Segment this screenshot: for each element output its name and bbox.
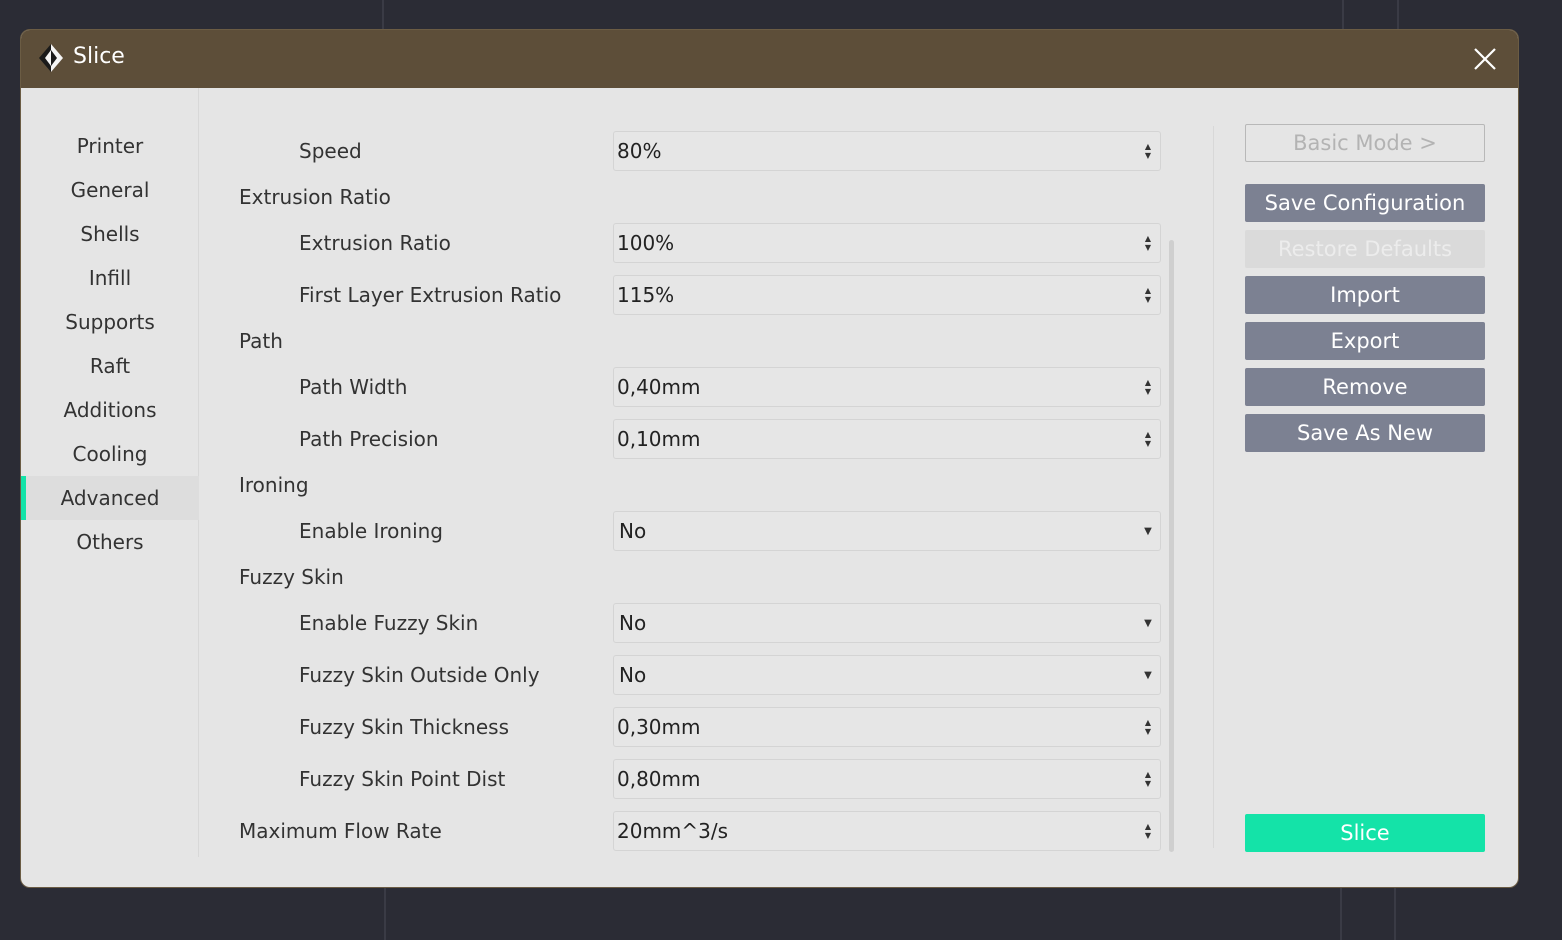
fuzzy-skin-thickness-label: Fuzzy Skin Thickness	[299, 715, 509, 739]
slice-button[interactable]: Slice	[1245, 814, 1485, 852]
spin-arrows-icon[interactable]: ▲ ▼	[1136, 812, 1160, 850]
nav-item-label: Others	[76, 530, 144, 554]
spin-arrows-icon[interactable]: ▲ ▼	[1136, 760, 1160, 798]
path-precision-spinbox[interactable]: 0,10mm ▲ ▼	[613, 419, 1161, 459]
fuzzy-skin-point-dist-spinbox[interactable]: 0,80mm ▲ ▼	[613, 759, 1161, 799]
nav-item-label: Raft	[89, 354, 131, 378]
first-layer-extrusion-ratio-label: First Layer Extrusion Ratio	[299, 283, 562, 307]
path-width-spinbox[interactable]: 0,40mm ▲ ▼	[613, 367, 1161, 407]
speed-label: Speed	[299, 139, 362, 163]
fuzzy-skin-point-dist-value: 0,80mm	[617, 767, 701, 791]
nav-item-shells[interactable]: Shells	[21, 212, 199, 256]
background-divider	[384, 888, 386, 940]
fuzzy-skin-outside-only-dropdown[interactable]: No ▼	[613, 655, 1161, 695]
nav-item-label: General	[70, 178, 150, 202]
app-logo-icon	[39, 44, 63, 72]
restore-defaults-button[interactable]: Restore Defaults	[1245, 230, 1485, 268]
fuzzy-skin-outside-only-label: Fuzzy Skin Outside Only	[299, 663, 540, 687]
nav-item-additions[interactable]: Additions	[21, 388, 199, 432]
extrusion-ratio-label: Extrusion Ratio	[299, 231, 451, 255]
dropdown-arrow-icon: ▼	[1144, 669, 1152, 681]
enable-ironing-value: No	[619, 519, 647, 543]
dialog-title: Slice	[73, 44, 125, 69]
spin-arrows-icon[interactable]: ▲ ▼	[1136, 368, 1160, 406]
enable-ironing-dropdown[interactable]: No ▼	[613, 511, 1161, 551]
panel-divider	[1213, 126, 1214, 848]
save-as-new-button[interactable]: Save As New	[1245, 414, 1485, 452]
dropdown-arrow-icon: ▼	[1144, 525, 1152, 537]
background-divider	[1340, 888, 1342, 940]
close-icon[interactable]	[1470, 44, 1500, 74]
advanced-settings-panel: Speed 80% ▲ ▼ Extrusion Ratio Extrusion R…	[199, 88, 1199, 868]
fuzzy-skin-outside-only-value: No	[619, 663, 647, 687]
nav-item-general[interactable]: General	[21, 168, 199, 212]
settings-scrollbar[interactable]	[1169, 240, 1174, 852]
path-width-value: 0,40mm	[617, 375, 701, 399]
fuzzy-skin-point-dist-label: Fuzzy Skin Point Dist	[299, 767, 506, 791]
slice-dialog: Slice Printer General Shells Infill Supp…	[20, 29, 1519, 888]
nav-item-advanced[interactable]: Advanced	[21, 476, 199, 520]
maximum-flow-rate-spinbox[interactable]: 20mm^3/s ▲ ▼	[613, 811, 1161, 851]
nav-item-label: Infill	[88, 266, 132, 290]
import-button[interactable]: Import	[1245, 276, 1485, 314]
extrusion-ratio-value: 100%	[617, 231, 675, 255]
enable-fuzzy-skin-value: No	[619, 611, 647, 635]
nav-item-supports[interactable]: Supports	[21, 300, 199, 344]
nav-item-label: Cooling	[72, 442, 148, 466]
save-configuration-button[interactable]: Save Configuration	[1245, 184, 1485, 222]
spin-arrows-icon[interactable]: ▲ ▼	[1136, 420, 1160, 458]
nav-item-label: Advanced	[60, 486, 160, 510]
path-width-label: Path Width	[299, 375, 408, 399]
nav-item-label: Shells	[80, 222, 140, 246]
remove-button[interactable]: Remove	[1245, 368, 1485, 406]
nav-item-raft[interactable]: Raft	[21, 344, 199, 388]
spin-arrows-icon[interactable]: ▲ ▼	[1136, 708, 1160, 746]
background-divider	[1394, 888, 1396, 940]
path-precision-label: Path Precision	[299, 427, 439, 451]
spin-arrows-icon[interactable]: ▲ ▼	[1136, 132, 1160, 170]
nav-item-label: Supports	[65, 310, 155, 334]
export-button[interactable]: Export	[1245, 322, 1485, 360]
extrusion-ratio-spinbox[interactable]: 100% ▲ ▼	[613, 223, 1161, 263]
nav-item-infill[interactable]: Infill	[21, 256, 199, 300]
path-precision-value: 0,10mm	[617, 427, 701, 451]
first-layer-extrusion-ratio-spinbox[interactable]: 115% ▲ ▼	[613, 275, 1161, 315]
settings-category-nav: Printer General Shells Infill Supports R…	[21, 88, 199, 857]
dropdown-arrow-icon: ▼	[1144, 617, 1152, 629]
maximum-flow-rate-label: Maximum Flow Rate	[239, 819, 442, 843]
nav-item-label: Additions	[63, 398, 157, 422]
dialog-titlebar[interactable]: Slice	[21, 30, 1518, 88]
spin-arrows-icon[interactable]: ▲ ▼	[1136, 276, 1160, 314]
background-divider	[1397, 0, 1399, 29]
speed-spinbox[interactable]: 80% ▲ ▼	[613, 131, 1161, 171]
enable-ironing-label: Enable Ironing	[299, 519, 444, 543]
enable-fuzzy-skin-dropdown[interactable]: No ▼	[613, 603, 1161, 643]
background-divider	[1342, 0, 1344, 29]
section-header-path: Path	[239, 329, 283, 353]
background-divider	[382, 0, 384, 29]
maximum-flow-rate-value: 20mm^3/s	[617, 819, 729, 843]
fuzzy-skin-thickness-value: 0,30mm	[617, 715, 701, 739]
nav-item-cooling[interactable]: Cooling	[21, 432, 199, 476]
section-header-ironing: Ironing	[239, 473, 309, 497]
section-header-fuzzy-skin: Fuzzy Skin	[239, 565, 344, 589]
speed-value: 80%	[617, 139, 662, 163]
basic-mode-button[interactable]: Basic Mode >	[1245, 124, 1485, 162]
nav-item-label: Printer	[76, 134, 144, 158]
nav-item-others[interactable]: Others	[21, 520, 199, 564]
enable-fuzzy-skin-label: Enable Fuzzy Skin	[299, 611, 479, 635]
section-header-extrusion-ratio: Extrusion Ratio	[239, 185, 391, 209]
nav-item-printer[interactable]: Printer	[21, 124, 199, 168]
fuzzy-skin-thickness-spinbox[interactable]: 0,30mm ▲ ▼	[613, 707, 1161, 747]
first-layer-extrusion-ratio-value: 115%	[617, 283, 675, 307]
spin-arrows-icon[interactable]: ▲ ▼	[1136, 224, 1160, 262]
